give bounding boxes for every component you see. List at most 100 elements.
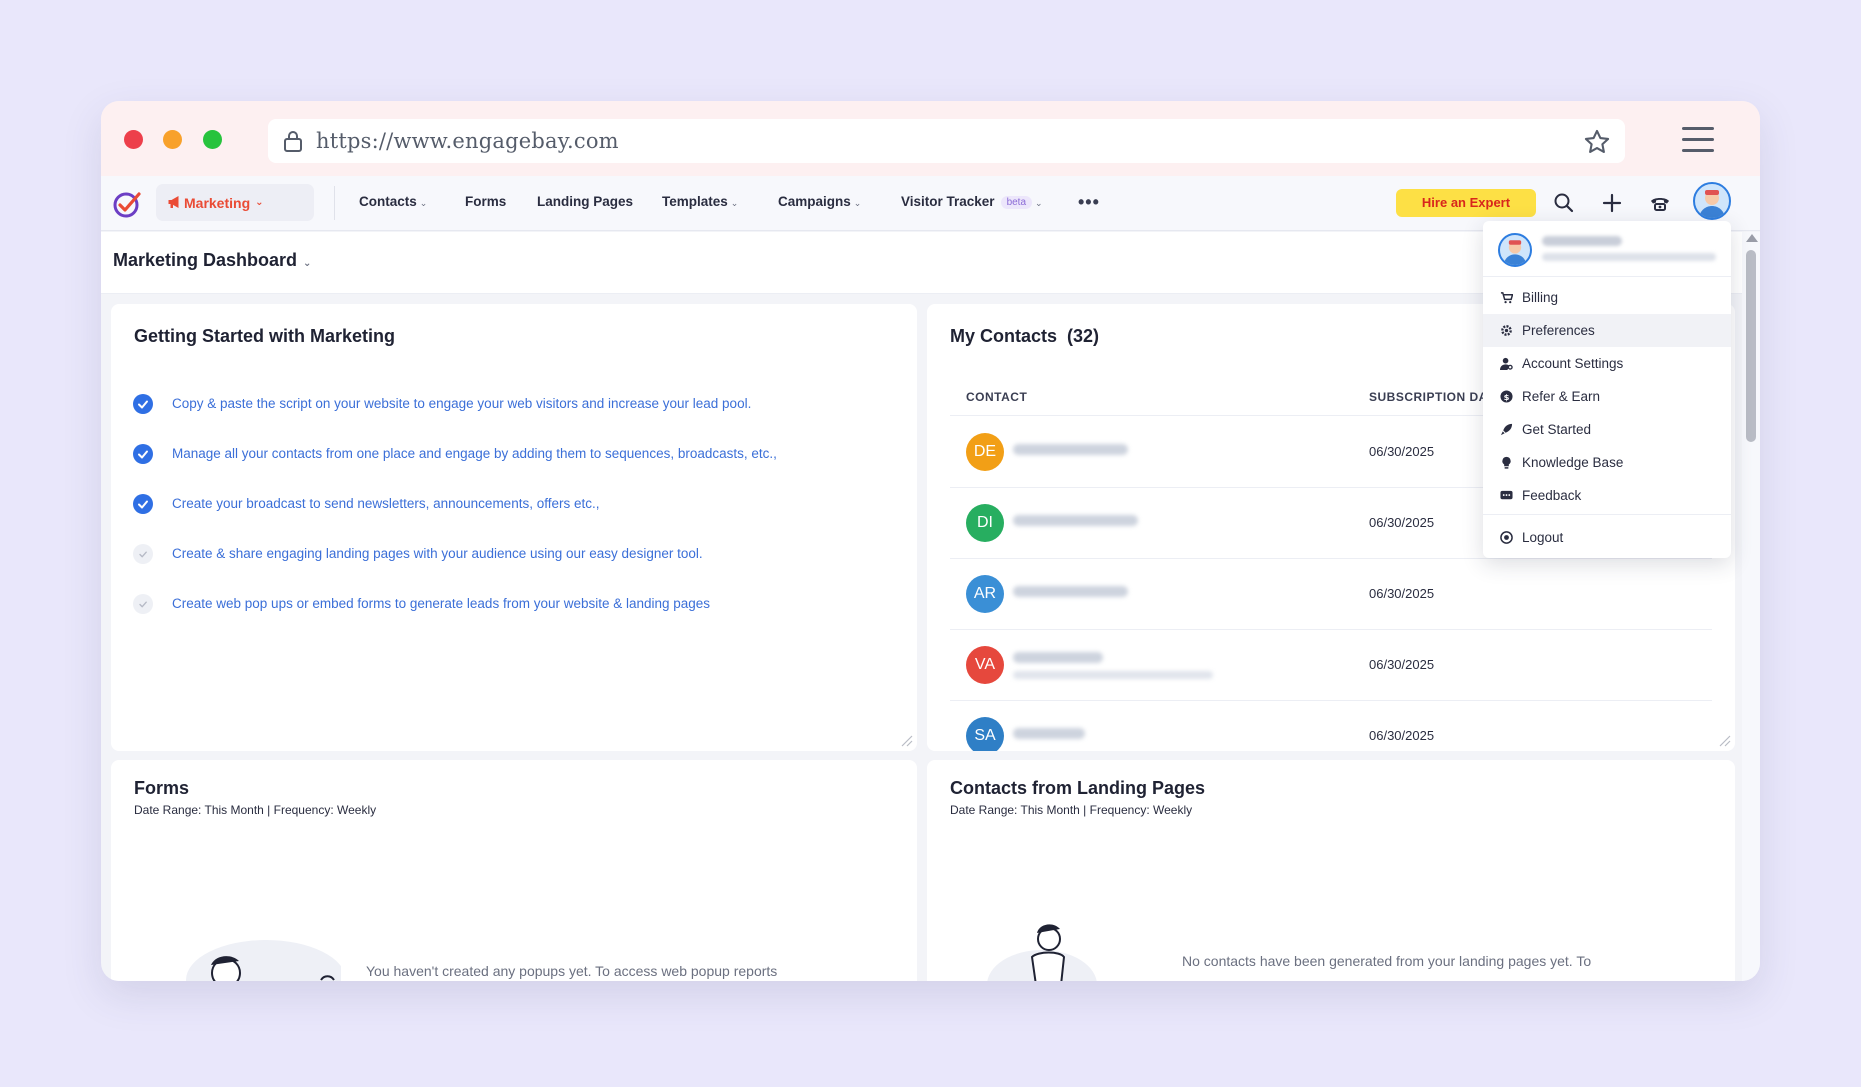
empty-illustration [186,940,341,981]
checklist-item-text[interactable]: Create web pop ups or embed forms to gen… [172,596,710,611]
chevron-down-icon: ⌄ [255,197,264,208]
logout-icon [1500,531,1513,544]
chevron-down-icon: ⌄ [419,198,428,208]
subscription-date: 06/30/2025 [1369,728,1435,743]
beta-badge: beta [1000,196,1033,209]
checklist-item-text[interactable]: Manage all your contacts from one place … [172,446,777,461]
user-profile-header[interactable] [1483,221,1731,277]
contact-name-redacted[interactable] [1013,515,1138,526]
menu-item-label: Refer & Earn [1522,389,1601,404]
close-window-button[interactable] [124,130,143,149]
search-icon[interactable] [1552,191,1576,215]
menu-item-preferences[interactable]: Preferences [1483,314,1731,347]
nav-divider [334,186,335,220]
contact-email-redacted [1013,671,1213,679]
contact-avatar: DE [966,433,1004,471]
lock-icon [284,131,302,152]
menu-item-label: Feedback [1522,488,1582,503]
card-title: Contacts from Landing Pages [950,778,1206,798]
resize-grip-icon[interactable] [899,733,913,747]
chevron-down-icon: ⌄ [853,198,862,208]
checklist-item-text[interactable]: Create your broadcast to send newsletter… [172,496,600,511]
contact-name-redacted[interactable] [1013,728,1085,739]
cart-icon [1500,292,1513,304]
contact-avatar: AR [966,575,1004,613]
forms-card: Forms Date Range: This Month | Frequency… [111,760,917,981]
table-row[interactable]: VA 06/30/2025 [950,630,1712,701]
chevron-down-icon: ⌄ [303,258,312,269]
menu-item-billing[interactable]: Billing [1483,281,1731,314]
nav-contacts[interactable]: Contacts ⌄ [359,194,427,209]
page-scrollbar[interactable] [1742,232,1760,981]
menu-item-knowledge-base[interactable]: Knowledge Base [1483,446,1731,479]
menu-item-label: Knowledge Base [1522,455,1624,470]
more-dots-icon[interactable]: ••• [1078,192,1100,213]
dashboard-title-dropdown[interactable]: Marketing Dashboard ⌄ [113,250,311,271]
checklist-item-text[interactable]: Copy & paste the script on your website … [172,396,751,411]
rocket-icon [1500,423,1513,436]
subscription-date: 06/30/2025 [1369,444,1435,459]
empty-state-text: No contacts have been generated from you… [1182,953,1592,969]
table-row[interactable]: AR 06/30/2025 [950,559,1712,630]
menu-item-label: Logout [1522,530,1564,545]
hire-expert-button[interactable]: Hire an Expert [1396,189,1536,217]
menu-item-logout[interactable]: Logout [1483,521,1731,554]
nav-visitor-tracker[interactable]: Visitor Tracker beta ⌄ [901,194,1043,209]
my-contacts-title: My Contacts [950,326,1058,346]
contact-name-redacted[interactable] [1013,586,1128,597]
contact-name-redacted[interactable] [1013,444,1128,455]
browser-menu-icon[interactable] [1682,127,1714,152]
user-menu-dropdown: Billing Preferences Account Settings $ R… [1483,221,1731,558]
menu-item-account-settings[interactable]: Account Settings [1483,347,1731,380]
subscription-date: 06/30/2025 [1369,515,1435,530]
empty-illustration [987,924,1097,981]
gear-icon [1501,325,1512,336]
svg-text:$: $ [1504,392,1510,402]
address-bar[interactable]: https://www.engagebay.com [268,119,1625,163]
avatar-image [1699,190,1725,218]
card-title: My Contacts (32) [950,326,1099,347]
checklist-item-text[interactable]: Create & share engaging landing pages wi… [172,546,703,561]
maximize-window-button[interactable] [203,130,222,149]
menu-item-label: Get Started [1522,422,1592,437]
checked-icon [133,494,153,514]
menu-item-get-started[interactable]: Get Started [1483,413,1731,446]
engagebay-logo[interactable] [112,187,144,219]
card-title: Getting Started with Marketing [134,326,396,346]
nav-campaigns[interactable]: Campaigns ⌄ [778,194,861,209]
minimize-window-button[interactable] [163,130,182,149]
avatar [1498,233,1532,267]
column-header-contact[interactable]: CONTACT [966,390,1027,404]
scroll-thumb[interactable] [1746,250,1756,442]
contacts-count: (32) [1067,326,1100,346]
nav-landing-pages[interactable]: Landing Pages [537,194,633,209]
user-avatar-button[interactable] [1693,182,1731,220]
resize-grip-icon[interactable] [1717,733,1731,747]
bulb-icon [1502,456,1511,469]
contact-name-redacted[interactable] [1013,652,1103,663]
bookmark-star-icon[interactable] [1583,128,1611,156]
column-header-subscription-date[interactable]: SUBSCRIPTION DA [1369,390,1488,404]
menu-item-feedback[interactable]: Feedback [1483,479,1731,512]
nav-templates[interactable]: Templates ⌄ [662,194,738,209]
checked-icon [133,444,153,464]
menu-item-refer-earn[interactable]: $ Refer & Earn [1483,380,1731,413]
module-switcher-button[interactable]: Marketing ⌄ [156,184,314,221]
unchecked-icon [133,544,153,564]
plus-icon[interactable] [1600,191,1624,215]
scroll-up-arrow-icon[interactable] [1746,234,1758,242]
nav-forms[interactable]: Forms [465,194,506,209]
chat-icon [1500,490,1513,500]
menu-item-label: Account Settings [1522,356,1624,371]
user-name-redacted [1542,236,1622,246]
user-email-redacted [1542,253,1716,261]
card-subtitle: Date Range: This Month | Frequency: Week… [950,803,1193,817]
contact-avatar: SA [966,717,1004,751]
card-subtitle: Date Range: This Month | Frequency: Week… [134,803,377,817]
nav-visitor-tracker-label: Visitor Tracker [901,194,995,209]
url-text[interactable]: https://www.engagebay.com [316,129,619,153]
user-settings-icon [1500,357,1513,370]
chevron-down-icon: ⌄ [730,198,739,208]
phone-icon[interactable] [1648,191,1672,215]
table-row[interactable]: SA 06/30/2025 [950,701,1712,751]
